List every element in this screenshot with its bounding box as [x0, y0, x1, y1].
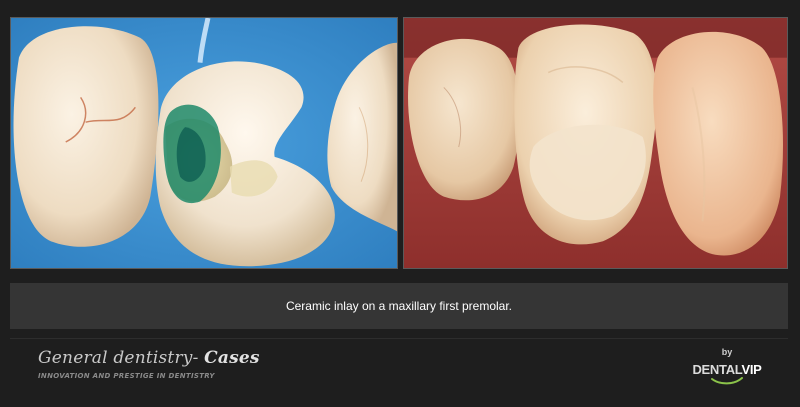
caption-text: Ceramic inlay on a maxillary first premo…: [285, 299, 513, 313]
before-photo-image: [11, 18, 397, 268]
logo-name-main: DENTAL: [692, 362, 742, 377]
brand-title-main: General dentistry-: [38, 348, 205, 368]
before-photo: [10, 17, 398, 269]
logo-name-accent: VIP: [741, 362, 762, 377]
logo-by-text: by: [721, 347, 733, 357]
footer-divider: [10, 338, 788, 339]
after-photo: [403, 17, 788, 269]
dentalvip-logo[interactable]: by DENTALVIP: [692, 347, 762, 385]
site-branding[interactable]: General dentistry- Cases INNOVATION AND …: [38, 348, 260, 380]
brand-tagline: INNOVATION AND PRESTIGE IN DENTISTRY: [38, 372, 215, 380]
swoosh-icon: [711, 377, 743, 385]
caption-bar: Ceramic inlay on a maxillary first premo…: [10, 283, 788, 329]
after-photo-image: [404, 18, 787, 268]
logo-wordmark: DENTALVIP: [692, 362, 762, 377]
brand-title-accent: Cases: [204, 348, 260, 368]
brand-title: General dentistry- Cases: [38, 348, 260, 368]
